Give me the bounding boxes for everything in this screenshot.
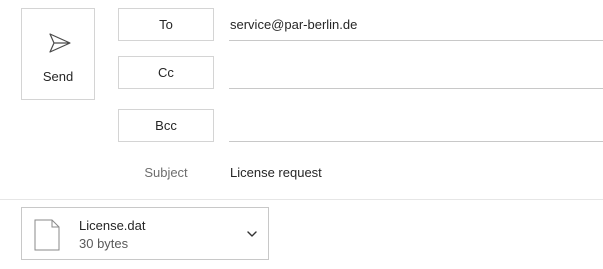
divider (0, 199, 603, 200)
attachment-size: 30 bytes (79, 236, 129, 251)
subject-label: Subject (144, 165, 188, 180)
cc-field[interactable] (229, 56, 603, 89)
cc-button[interactable]: Cc (118, 56, 214, 89)
send-icon (49, 33, 71, 53)
chevron-down-icon[interactable] (247, 230, 257, 238)
to-button[interactable]: To (118, 8, 214, 41)
attachment-name: License.dat (79, 218, 146, 233)
send-label: Send (42, 69, 74, 84)
to-field[interactable]: service@par-berlin.de (229, 8, 603, 41)
compose-header: Send To service@par-berlin.de Cc Bcc Sub… (0, 0, 603, 269)
bcc-button[interactable]: Bcc (118, 109, 214, 142)
file-icon (34, 219, 60, 251)
to-field-value: service@par-berlin.de (230, 16, 358, 32)
bcc-field[interactable] (229, 109, 603, 142)
send-button[interactable]: Send (21, 8, 95, 100)
subject-field[interactable]: License request (229, 160, 603, 186)
attachment-card[interactable]: License.dat 30 bytes (21, 207, 269, 260)
